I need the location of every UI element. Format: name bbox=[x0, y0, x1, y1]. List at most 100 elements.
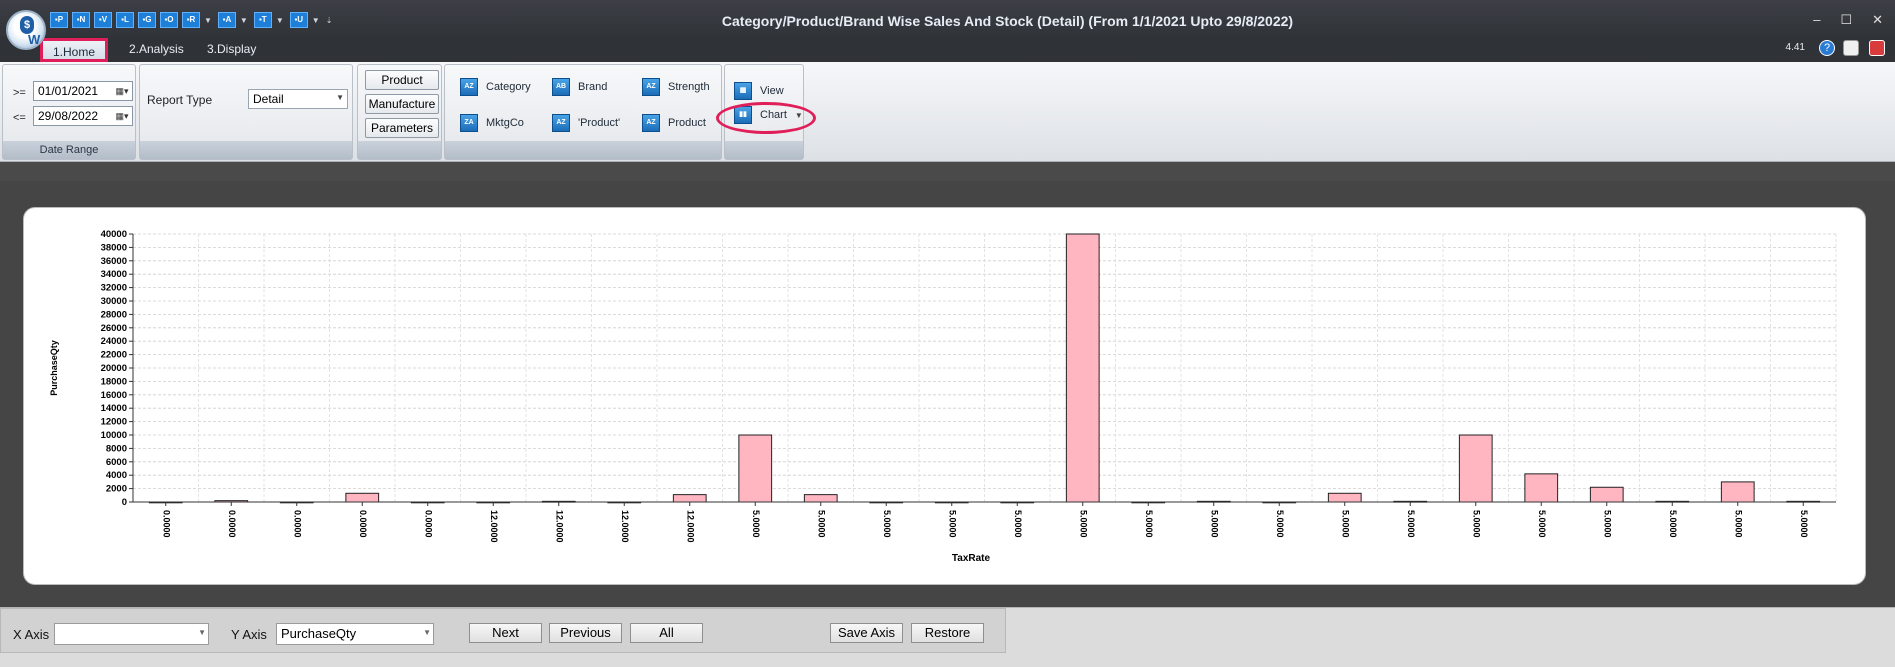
y-axis-ticks: 0 2000 4000 6000 8000 10000 12000 14000 16000 180… bbox=[101, 229, 133, 508]
help-icon[interactable]: ? bbox=[1819, 40, 1835, 56]
chart-bar[interactable] bbox=[1720, 481, 1755, 503]
x-tick-label: 5.0000 bbox=[947, 510, 957, 538]
strength-icon: AZ bbox=[642, 78, 660, 96]
app-menu-button[interactable]: $ W bbox=[6, 10, 46, 50]
chart-bar[interactable] bbox=[1327, 492, 1362, 503]
filter-buttons-group: Product Manufacture Parameters bbox=[357, 64, 442, 160]
product-quoted-label: 'Product' bbox=[578, 117, 621, 129]
x-tick-label: 5.0000 bbox=[816, 510, 826, 538]
y-tick-label: 12000 bbox=[101, 417, 127, 428]
previous-button[interactable]: Previous bbox=[549, 623, 622, 643]
window-controls: – ☐ ✕ bbox=[1813, 12, 1883, 28]
chart-bar[interactable] bbox=[1458, 434, 1493, 503]
restore-button[interactable]: Restore bbox=[911, 623, 984, 643]
brand-label: Brand bbox=[578, 81, 608, 93]
from-date-label: >= bbox=[13, 87, 26, 99]
strength-item[interactable]: AZ Strength bbox=[642, 78, 710, 96]
product-label: Product bbox=[668, 117, 706, 129]
y-tick-label: 16000 bbox=[101, 390, 127, 401]
minimize-button[interactable]: – bbox=[1813, 12, 1820, 28]
mktgco-icon: ZA bbox=[460, 114, 478, 132]
y-tick-label: 32000 bbox=[101, 283, 127, 294]
y-axis-select[interactable]: PurchaseQty ▼ bbox=[276, 623, 434, 645]
x-tick-label: 5.0000 bbox=[1209, 510, 1219, 538]
x-axis-title: TaxRate bbox=[952, 553, 991, 564]
save-axis-button[interactable]: Save Axis bbox=[830, 623, 903, 643]
x-tick-label: 5.0000 bbox=[1340, 510, 1350, 538]
x-tick-label: 5.0000 bbox=[1078, 510, 1088, 538]
chart-bar[interactable] bbox=[1589, 486, 1624, 503]
x-tick-label: 0.0000 bbox=[161, 510, 171, 538]
tab-display[interactable]: 3.Display bbox=[197, 38, 266, 62]
y-tick-label: 30000 bbox=[101, 296, 127, 307]
chart-grid bbox=[132, 233, 1837, 503]
calendar-icon[interactable]: ▦▾ bbox=[113, 83, 131, 99]
report-type-label: Report Type bbox=[147, 93, 213, 107]
chart-bar[interactable] bbox=[1524, 473, 1559, 503]
y-axis-value: PurchaseQty bbox=[281, 626, 357, 641]
y-tick-label: 2000 bbox=[106, 484, 127, 495]
tab-analysis[interactable]: 2.Analysis bbox=[119, 38, 194, 62]
view-group-label bbox=[725, 141, 803, 159]
report-type-group-label bbox=[140, 141, 352, 159]
chart-bar[interactable] bbox=[738, 434, 773, 503]
category-item[interactable]: AZ Category bbox=[460, 78, 531, 96]
brand-item[interactable]: AB Brand bbox=[552, 78, 607, 96]
brand-icon: AB bbox=[552, 78, 570, 96]
exit-icon[interactable] bbox=[1869, 40, 1885, 56]
chevron-down-icon: ▼ bbox=[423, 628, 431, 637]
report-type-select[interactable]: Detail ▼ bbox=[248, 89, 348, 109]
product-quoted-item[interactable]: AZ 'Product' bbox=[552, 114, 620, 132]
x-tick-label: 5.0000 bbox=[1144, 510, 1154, 538]
x-tick-label: 0.0000 bbox=[292, 510, 302, 538]
x-tick-label: 12.0000 bbox=[554, 510, 564, 543]
report-type-group: Report Type Detail ▼ bbox=[139, 64, 353, 160]
date-range-group-label: Date Range bbox=[3, 141, 135, 159]
tab-home[interactable]: 1.Home bbox=[40, 38, 109, 62]
view-button[interactable]: ▦ View bbox=[734, 82, 784, 100]
y-tick-label: 6000 bbox=[106, 457, 127, 468]
chart-controls-panel: X Axis ▼ Y Axis PurchaseQty ▼ Next Previ… bbox=[0, 608, 1006, 653]
x-axis-ticks: 0.0000 0.0000 0.0000 0.0000 0.0000 12.0000 12.… bbox=[161, 502, 1809, 543]
analysis-group: AZ Category AB Brand AZ Strength ZA Mktg… bbox=[444, 64, 722, 160]
y-tick-label: 24000 bbox=[101, 336, 127, 347]
filter-buttons-group-label bbox=[358, 141, 441, 159]
manufacture-button[interactable]: Manufacture bbox=[365, 94, 439, 114]
analysis-group-label bbox=[445, 141, 721, 159]
save-icon[interactable] bbox=[1843, 40, 1859, 56]
mktgco-label: MktgCo bbox=[486, 117, 524, 129]
from-date-value: 01/01/2021 bbox=[38, 84, 99, 98]
to-date-field[interactable]: 29/08/2022 ▦▾ bbox=[33, 106, 133, 126]
to-date-label: <= bbox=[13, 112, 26, 124]
date-range-group: >= 01/01/2021 ▦▾ <= 29/08/2022 ▦▾ Date R… bbox=[2, 64, 136, 160]
x-axis-select[interactable]: ▼ bbox=[54, 623, 209, 645]
from-date-field[interactable]: 01/01/2021 ▦▾ bbox=[33, 81, 133, 101]
chevron-down-icon: ▼ bbox=[336, 93, 344, 102]
y-axis-title: PurchaseQty bbox=[49, 340, 59, 396]
y-tick-label: 22000 bbox=[101, 350, 127, 361]
chart-bar[interactable] bbox=[345, 492, 380, 503]
product-item[interactable]: AZ Product bbox=[642, 114, 706, 132]
close-button[interactable]: ✕ bbox=[1872, 12, 1883, 28]
x-axis-label: X Axis bbox=[13, 627, 50, 642]
x-tick-label: 5.0000 bbox=[1668, 510, 1678, 538]
x-tick-label: 5.0000 bbox=[751, 510, 761, 538]
calendar-icon[interactable]: ▦▾ bbox=[113, 108, 131, 124]
y-tick-label: 36000 bbox=[101, 256, 127, 267]
y-tick-label: 4000 bbox=[106, 470, 127, 481]
parameters-button[interactable]: Parameters bbox=[365, 118, 439, 138]
x-tick-label: 12.0000 bbox=[489, 510, 499, 543]
next-button[interactable]: Next bbox=[469, 623, 542, 643]
y-axis-label: Y Axis bbox=[231, 627, 267, 642]
strength-label: Strength bbox=[668, 81, 710, 93]
all-button[interactable]: All bbox=[630, 623, 703, 643]
maximize-button[interactable]: ☐ bbox=[1840, 12, 1852, 28]
chart-bar[interactable] bbox=[803, 494, 838, 503]
chart-bar[interactable] bbox=[672, 494, 707, 503]
x-tick-label: 0.0000 bbox=[227, 510, 237, 538]
mktgco-item[interactable]: ZA MktgCo bbox=[460, 114, 524, 132]
chart-bar[interactable] bbox=[1065, 233, 1100, 503]
product-button[interactable]: Product bbox=[365, 70, 439, 90]
x-tick-label: 5.0000 bbox=[1733, 510, 1743, 538]
purchase-qty-chart: 0 2000 4000 6000 8000 10000 12000 14000 16000 180… bbox=[49, 229, 1837, 564]
